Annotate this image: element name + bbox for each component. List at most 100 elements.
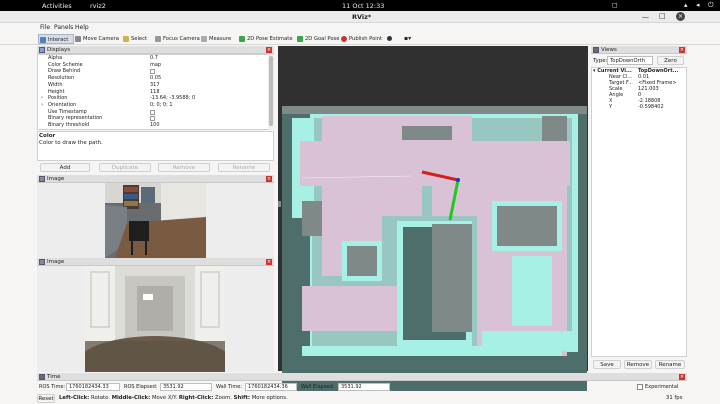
tool-measure[interactable]: Measure xyxy=(200,34,236,44)
views-tree[interactable] xyxy=(591,67,687,357)
display-property-row[interactable]: Color Scheme map xyxy=(37,62,272,69)
property-value[interactable]: 0; 0; 0; 1 xyxy=(150,102,173,109)
view-property-name: Y xyxy=(609,104,613,110)
activities-button[interactable]: Activities xyxy=(42,2,72,10)
display-property-row[interactable]: Height 118 xyxy=(37,89,272,96)
close-panel-icon[interactable]: × xyxy=(266,259,272,265)
rename-view-button[interactable]: Rename xyxy=(655,360,685,369)
property-value[interactable]: 317 xyxy=(150,82,160,89)
close-panel-icon[interactable]: × xyxy=(679,47,685,53)
status-bar: Reset Left-Click: Rotate. Middle-Click: … xyxy=(37,393,687,404)
display-property-row[interactable]: Draw Behind xyxy=(37,68,272,75)
experimental-checkbox[interactable] xyxy=(637,384,643,390)
property-name: Width xyxy=(48,81,63,88)
image-panel-1 xyxy=(37,183,274,258)
image-panel-2-title: Image xyxy=(47,259,65,265)
remove-display-button[interactable]: Remove xyxy=(158,163,210,172)
close-icon[interactable]: × xyxy=(676,12,685,21)
crosshair-tool-icon[interactable] xyxy=(386,34,394,44)
reset-button[interactable]: Reset xyxy=(37,394,55,403)
views-type-label: Type: xyxy=(593,58,608,64)
displays-panel-icon xyxy=(39,47,45,53)
property-value[interactable]: map xyxy=(150,62,161,69)
maximize-icon[interactable]: □ xyxy=(659,12,666,20)
fps-counter: 31 fps xyxy=(666,395,683,401)
ros-time-field[interactable]: 1760182434.33 xyxy=(66,383,120,391)
tool-focus-camera[interactable]: Focus Camera xyxy=(154,34,200,44)
property-value[interactable]: 100 xyxy=(150,122,160,129)
tool-interact[interactable]: Interact xyxy=(38,34,74,44)
display-property-row[interactable]: Alpha 0.7 xyxy=(37,55,272,62)
wall-elapsed-field[interactable]: 3531.92 xyxy=(338,383,390,391)
views-panel-icon xyxy=(593,47,599,53)
display-property-row[interactable]: Resolution 0.05 xyxy=(37,75,272,82)
save-view-button[interactable]: Save xyxy=(593,360,621,369)
wall-elapsed-label: Wall Elapsed: xyxy=(301,384,335,390)
display-property-row[interactable]: › Position -13.64; -3.9588; 0 xyxy=(37,95,272,102)
time-title: Time xyxy=(47,374,61,380)
camera-image-2 xyxy=(85,266,225,372)
volume-icon[interactable]: ◂ xyxy=(696,1,700,9)
property-name: Orientation xyxy=(48,101,77,108)
view-property-value[interactable]: -0.598402 xyxy=(638,104,664,110)
display-property-row[interactable]: Binary representation xyxy=(37,115,272,122)
tool-select[interactable]: Select xyxy=(122,34,152,44)
3d-render-view[interactable] xyxy=(278,46,588,391)
menu-help[interactable]: Help xyxy=(75,24,89,31)
display-property-row[interactable]: › Orientation 0; 0; 0; 1 xyxy=(37,102,272,109)
time-panel-header: Time × xyxy=(37,373,687,381)
description-text: Color to draw the path. xyxy=(39,140,103,146)
minimize-icon[interactable]: — xyxy=(642,13,649,21)
power-icon[interactable]: ⏻ xyxy=(708,1,714,10)
duplicate-display-button[interactable]: Duplicate xyxy=(99,163,151,172)
rename-display-button[interactable]: Rename xyxy=(218,163,270,172)
property-value[interactable]: 0.7 xyxy=(150,55,158,62)
expand-arrow-icon[interactable]: › xyxy=(41,102,43,109)
view-type-select[interactable]: TopDownOrth xyxy=(607,56,653,65)
expand-arrow-icon[interactable]: › xyxy=(41,95,43,102)
camera-image-1 xyxy=(105,183,206,258)
menu-panels[interactable]: Panels xyxy=(54,24,73,31)
tool-2d-pose-estimate[interactable]: 2D Pose Estimate xyxy=(238,34,296,44)
left-splitter-handle[interactable] xyxy=(278,201,281,207)
zero-button[interactable]: Zero xyxy=(657,56,684,65)
image-panel-2-header: Image × xyxy=(37,258,274,266)
app-menu[interactable]: rviz2 xyxy=(90,2,106,10)
wall-time-field[interactable]: 1760182434.36 xyxy=(245,383,297,391)
display-property-row[interactable]: Binary threshold 100 xyxy=(37,122,272,129)
focus-camera-icon xyxy=(155,36,161,42)
menu-file[interactable]: File xyxy=(40,24,50,31)
close-panel-icon[interactable]: × xyxy=(679,374,685,380)
tool-move-camera[interactable]: Move Camera xyxy=(74,34,120,44)
menu-bar: File Panels Help xyxy=(0,23,720,33)
window-title-bar: RViz* — □ × xyxy=(0,11,720,23)
property-checkbox[interactable] xyxy=(150,69,155,75)
displays-panel-header: Displays × xyxy=(37,46,274,54)
remove-view-button[interactable]: Remove xyxy=(624,360,652,369)
image-panel-2 xyxy=(37,266,274,372)
toolbar-more-icon[interactable]: ▪▾ xyxy=(404,34,416,44)
network-icon[interactable]: ▴ xyxy=(684,1,688,9)
ros-elapsed-label: ROS Elapsed: xyxy=(124,384,158,390)
close-panel-icon[interactable]: × xyxy=(266,47,272,53)
property-checkbox[interactable] xyxy=(150,109,155,115)
property-value[interactable]: 118 xyxy=(150,89,160,96)
property-name: Draw Behind xyxy=(48,68,81,75)
clock[interactable]: 11 Oct 12:33 xyxy=(342,2,384,10)
axis-x-marker xyxy=(421,170,459,182)
ros-elapsed-field[interactable]: 3531.92 xyxy=(160,383,212,391)
view-property-row[interactable]: Y -0.598402 xyxy=(591,104,687,110)
property-name: Binary threshold xyxy=(48,122,90,128)
close-panel-icon[interactable]: × xyxy=(266,176,272,182)
property-value[interactable]: -13.64; -3.9588; 0 xyxy=(150,95,195,102)
add-display-button[interactable]: Add xyxy=(40,163,90,172)
window-title: RViz* xyxy=(352,13,372,21)
property-value[interactable]: 0.05 xyxy=(150,75,161,82)
display-property-row[interactable]: Use Timestamp xyxy=(37,109,272,116)
tool-2d-goal-pose[interactable]: 2D Goal Pose xyxy=(296,34,342,44)
display-property-row[interactable]: Width 317 xyxy=(37,82,272,89)
property-checkbox[interactable] xyxy=(150,116,155,122)
chat-icon[interactable]: ◻ xyxy=(612,1,618,9)
tool-publish-point[interactable]: Publish Point xyxy=(340,34,384,44)
property-name: Height xyxy=(48,88,65,95)
